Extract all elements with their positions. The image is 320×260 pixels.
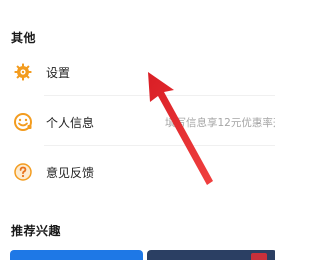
smile-face-icon — [13, 112, 33, 132]
interest-card[interactable] — [147, 250, 275, 260]
gear-icon — [13, 62, 33, 82]
personal-info-hint: 填写信息享12元优惠率开通 — [165, 117, 275, 129]
personal-info-label: 个人信息 — [46, 116, 95, 130]
feedback-row[interactable]: 意见反馈 — [0, 148, 275, 196]
question-icon — [13, 162, 33, 182]
row-divider — [44, 145, 275, 146]
section-title-recommend: 推荐兴趣 — [11, 224, 62, 238]
card-badge — [251, 253, 267, 260]
profile-page: 其他 设置 个人信息 填写信息享12元优惠率 意见反馈 推荐兴趣 — [0, 0, 275, 260]
settings-row[interactable]: 设置 — [0, 48, 275, 96]
section-title-other: 其他 — [11, 31, 37, 45]
row-divider — [44, 95, 275, 96]
feedback-label: 意见反馈 — [46, 166, 95, 180]
personal-info-row[interactable]: 个人信息 填写信息享12元优惠率开通 — [0, 98, 275, 146]
interest-card[interactable] — [10, 250, 143, 260]
settings-label: 设置 — [46, 66, 71, 80]
